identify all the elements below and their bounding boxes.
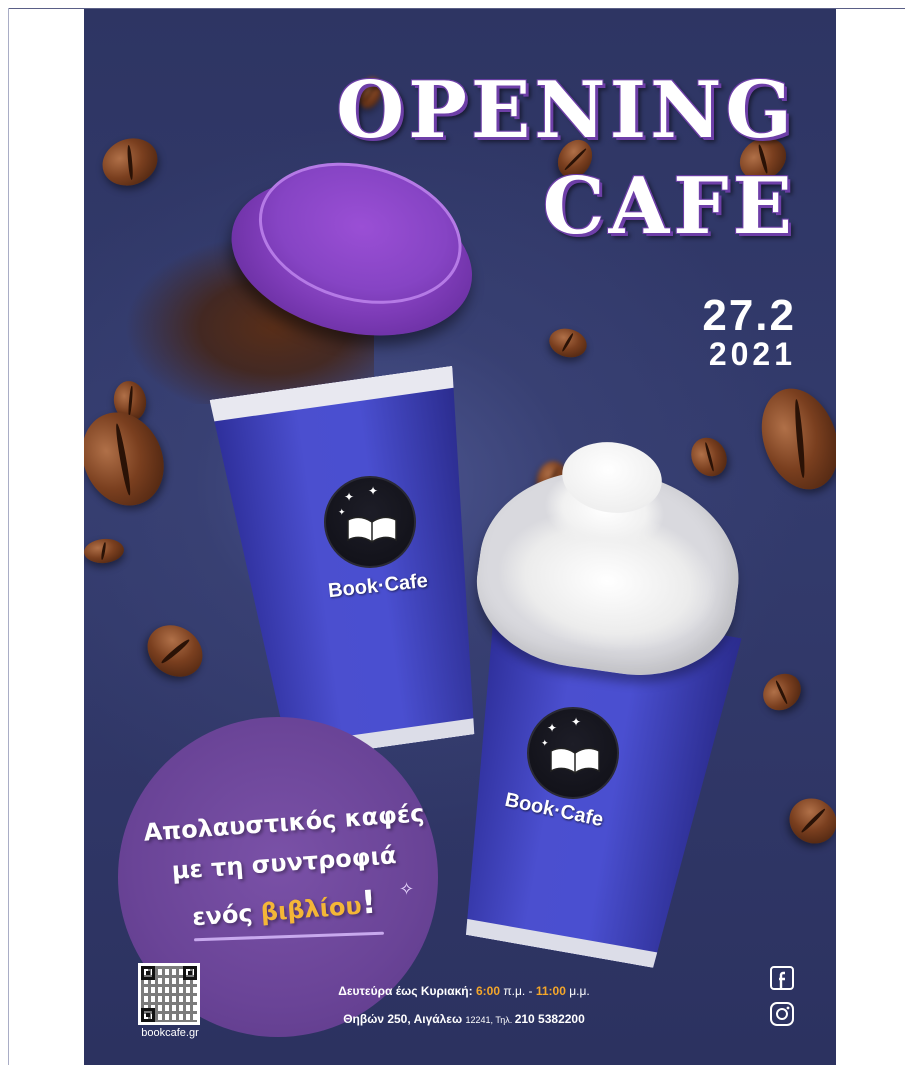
open-book-icon [347, 516, 397, 543]
coffee-bean [748, 377, 836, 501]
star-icon: ✦ [571, 715, 582, 729]
facebook-icon[interactable] [769, 965, 795, 991]
opening-year: 2021 [708, 336, 796, 372]
coffee-bean [781, 789, 836, 853]
close-time: 11:00 [535, 984, 566, 998]
phone-label: , Τηλ. [490, 1015, 515, 1025]
poster-title-line1: OPENING [336, 65, 796, 156]
frame-left-border [8, 8, 9, 1065]
star-icon: ✦ [368, 484, 379, 498]
star-icon: ✦ [338, 508, 346, 518]
coffee-bean [84, 399, 179, 519]
opening-date: 27.2 [702, 291, 796, 340]
close-unit: μ.μ. [565, 984, 590, 998]
coffee-bean [755, 666, 809, 718]
poster-title-line2: CAFE [542, 161, 796, 252]
book-cafe-logo: ✦ ✦ ✦ [527, 707, 619, 799]
qr-finder-pattern [141, 1008, 155, 1022]
coffee-bean [84, 537, 125, 565]
star-icon: ✦ [344, 490, 355, 504]
phone-number[interactable]: 210 5382200 [515, 1012, 585, 1026]
qr-code[interactable] [138, 963, 200, 1025]
hours-prefix: Δευτεύρα έως Κυριακή: [338, 984, 476, 998]
star-icon: ✦ [541, 739, 549, 749]
address-line: Θηβών 250, Αιγάλεω 12241, Τηλ. 210 53822… [274, 1012, 654, 1026]
poster: OPENING CAFE 27.2 2021 ✦ ✦ ✦ Book·Cafe ✦… [84, 9, 836, 1065]
coffee-bean [95, 130, 165, 194]
qr-finder-pattern [141, 966, 155, 980]
star-icon: ✦ [547, 721, 558, 735]
website-link[interactable]: bookcafe.gr [130, 1027, 210, 1039]
open-time: 6:00 [475, 984, 501, 998]
address-postcode: 12241 [465, 1015, 491, 1025]
open-book-icon [550, 747, 600, 774]
sparkle-icon: ✧ [399, 879, 415, 900]
tagline-highlight: βιβλίου [259, 891, 363, 927]
qr-finder-pattern [183, 966, 197, 980]
address-street: Θηβών 250, Αιγάλεω [343, 1012, 466, 1026]
tagline-line3-prefix: ενός [191, 898, 262, 932]
opening-hours: Δευτεύρα έως Κυριακή: 6:00 π.μ. - 11:00 … [274, 984, 654, 998]
book-cafe-logo: ✦ ✦ ✦ [324, 476, 416, 568]
tagline-exclamation: ! [360, 882, 378, 922]
open-unit: π.μ. - [500, 984, 536, 998]
coffee-bean [546, 324, 590, 362]
instagram-icon[interactable] [769, 1001, 795, 1027]
coffee-bean [684, 431, 734, 483]
coffee-bean [137, 614, 213, 688]
